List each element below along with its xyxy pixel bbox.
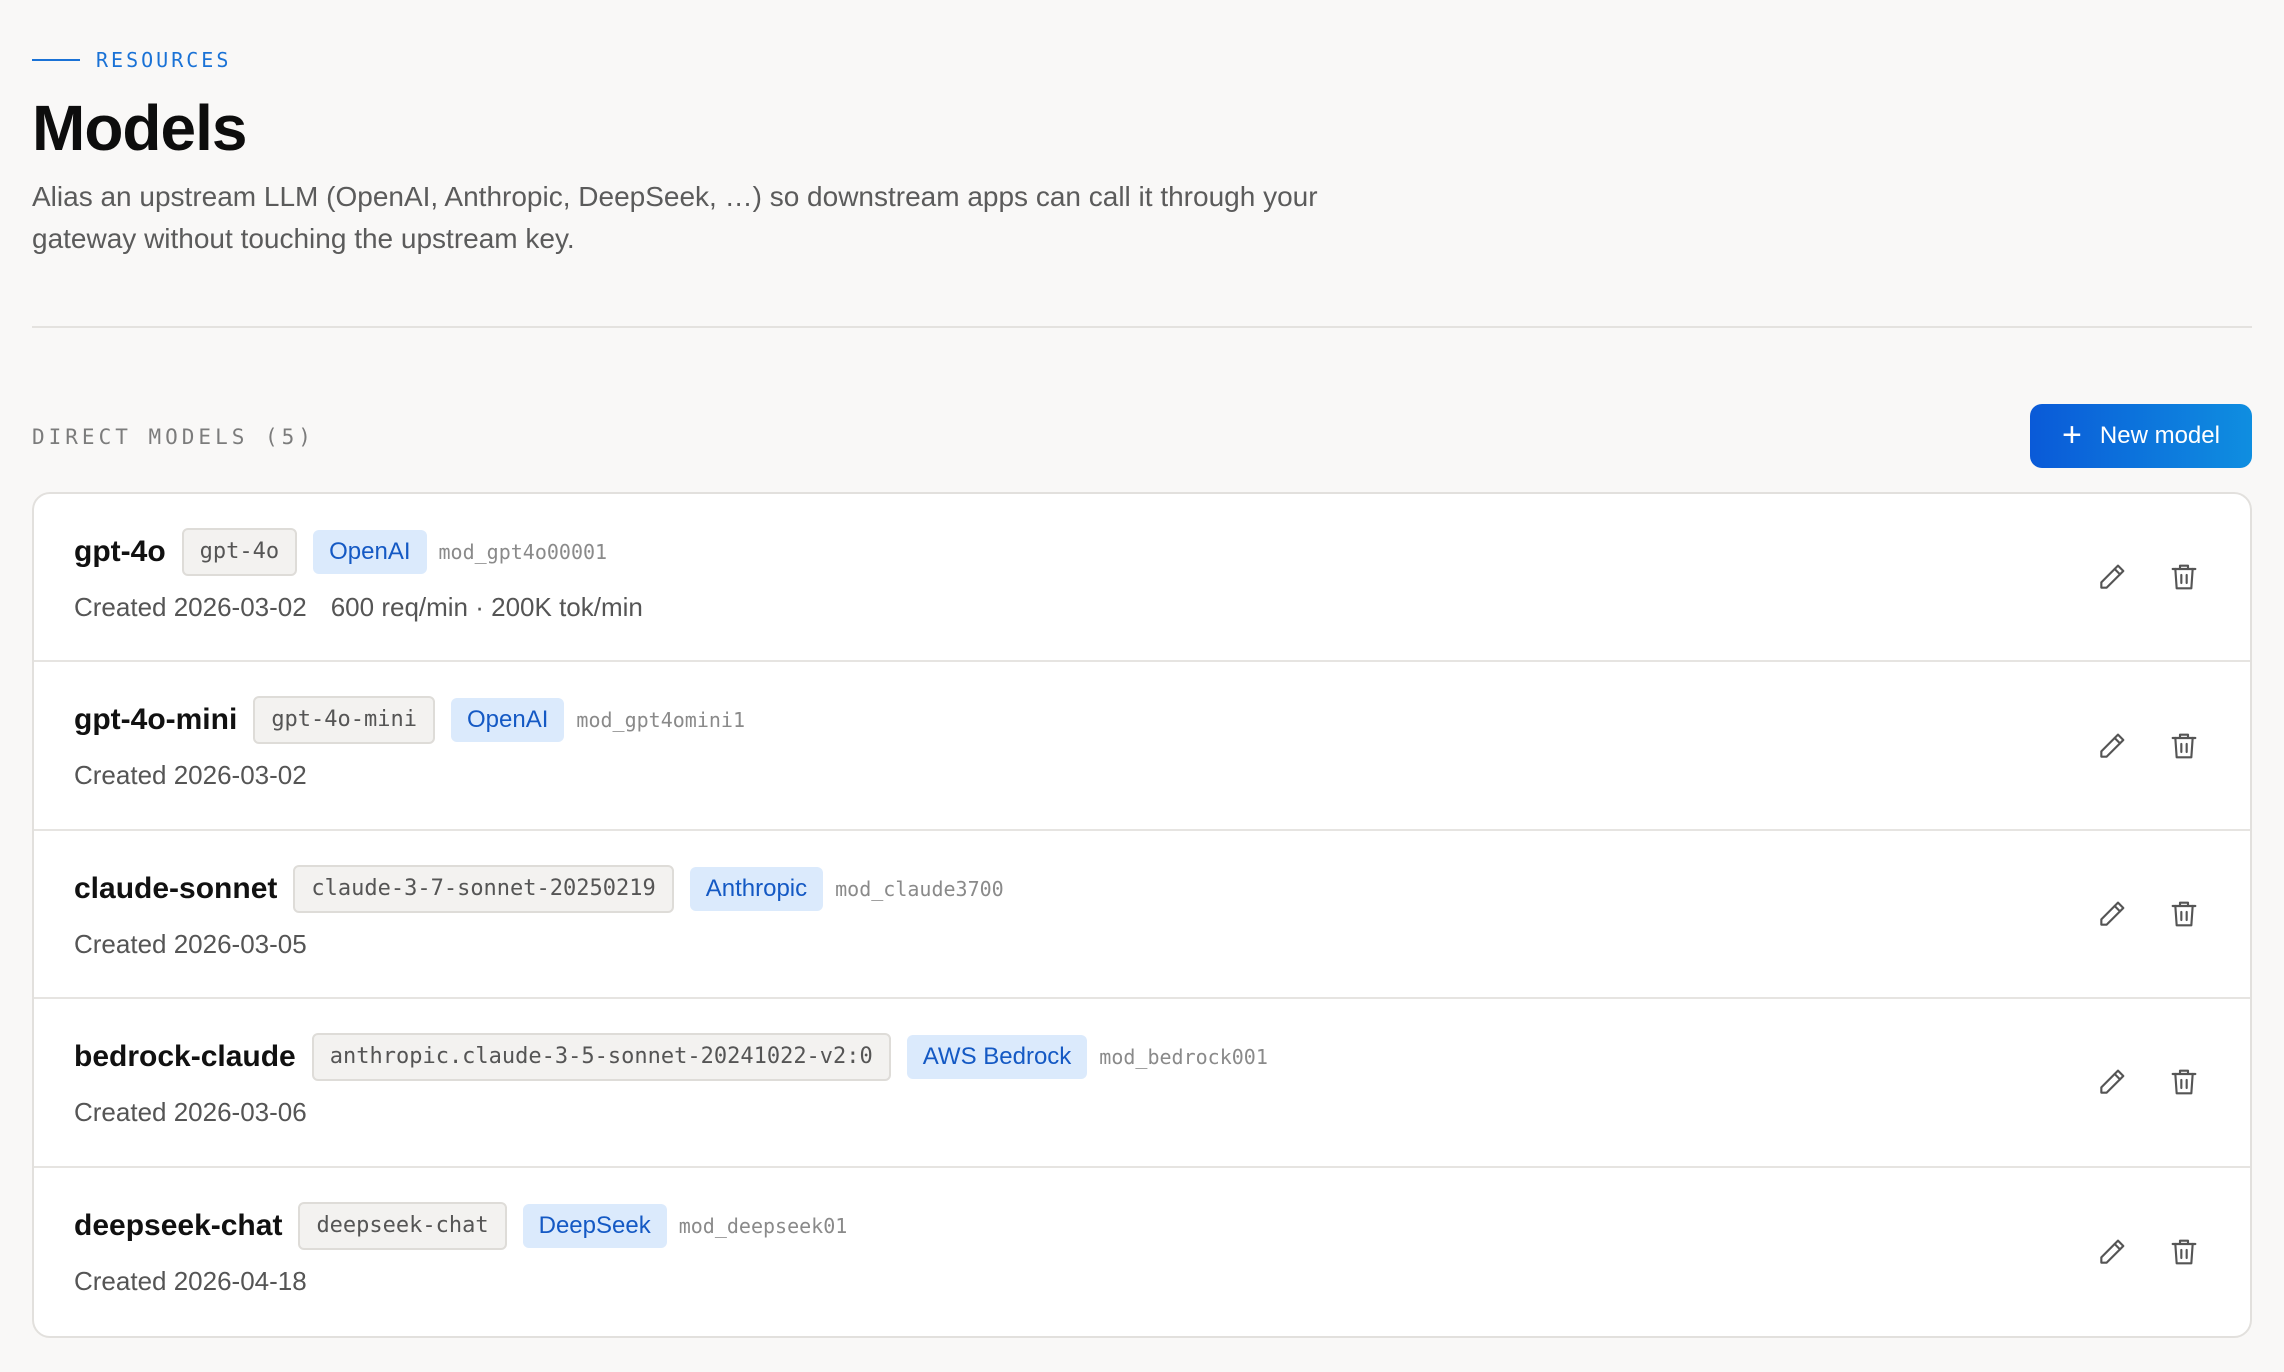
upstream-model-badge: claude-3-7-sonnet-20250219 bbox=[293, 864, 674, 913]
page-subtitle: Alias an upstream LLM (OpenAI, Anthropic… bbox=[32, 181, 1318, 254]
model-row[interactable]: deepseek-chat deepseek-chat DeepSeek mod… bbox=[34, 1168, 2250, 1336]
model-id: mod_deepseek01 bbox=[678, 1213, 848, 1238]
delete-button[interactable] bbox=[2166, 728, 2202, 764]
trash-icon bbox=[2171, 733, 2197, 758]
trash-icon bbox=[2171, 901, 2197, 927]
delete-button[interactable] bbox=[2166, 1064, 2202, 1100]
model-id: mod_claude3700 bbox=[835, 876, 1004, 901]
pencil-icon bbox=[2100, 564, 2125, 589]
provider-badge: Anthropic bbox=[689, 866, 824, 911]
delete-button[interactable] bbox=[2166, 896, 2202, 932]
pencil-icon bbox=[2100, 1239, 2125, 1264]
trash-icon bbox=[2171, 1069, 2197, 1095]
upstream-model-badge: gpt-4o bbox=[181, 528, 298, 576]
model-id: mod_gpt4o00001 bbox=[438, 540, 608, 564]
upstream-model-badge: anthropic.claude-3-5-sonnet-20241022-v2:… bbox=[311, 1033, 891, 1082]
new-model-label: New model bbox=[2099, 422, 2220, 449]
created-date: Created 2026-03-05 bbox=[74, 928, 307, 959]
model-name: bedrock-claude bbox=[74, 1040, 296, 1074]
pencil-icon bbox=[2100, 733, 2125, 758]
delete-button[interactable] bbox=[2166, 559, 2202, 595]
trash-icon bbox=[2171, 1239, 2197, 1265]
upstream-model-badge: gpt-4o-mini bbox=[253, 696, 436, 745]
trash-icon bbox=[2171, 564, 2197, 590]
eyebrow-text: RESOURCES bbox=[96, 48, 232, 72]
created-date: Created 2026-03-02 bbox=[74, 592, 307, 622]
provider-badge: OpenAI bbox=[313, 530, 427, 574]
page-title: Models bbox=[32, 92, 247, 164]
model-row[interactable]: gpt-4o gpt-4o OpenAI mod_gpt4o00001 Crea… bbox=[34, 494, 2250, 663]
model-row[interactable]: claude-sonnet claude-3-7-sonnet-20250219… bbox=[34, 831, 2250, 1000]
edit-button[interactable] bbox=[2094, 1234, 2130, 1270]
provider-badge: DeepSeek bbox=[522, 1203, 667, 1248]
eyebrow-line bbox=[32, 59, 80, 61]
header-divider bbox=[32, 326, 2252, 328]
model-name: deepseek-chat bbox=[74, 1208, 283, 1242]
created-date: Created 2026-04-18 bbox=[74, 1265, 307, 1296]
model-row[interactable]: bedrock-claude anthropic.claude-3-5-sonn… bbox=[34, 999, 2250, 1168]
new-model-button[interactable]: + New model bbox=[2030, 404, 2252, 468]
model-name: claude-sonnet bbox=[74, 871, 278, 905]
edit-button[interactable] bbox=[2094, 728, 2130, 764]
section-label: DIRECT MODELS (5) bbox=[32, 425, 315, 449]
pencil-icon bbox=[2100, 1069, 2125, 1095]
rate-limits: 600 req/min · 200K tok/min bbox=[330, 592, 643, 622]
provider-badge: OpenAI bbox=[451, 698, 565, 743]
upstream-model-badge: deepseek-chat bbox=[298, 1201, 507, 1250]
edit-button[interactable] bbox=[2094, 559, 2130, 595]
models-list: gpt-4o gpt-4o OpenAI mod_gpt4o00001 Crea… bbox=[32, 492, 2252, 1338]
models-page: RESOURCES Models Alias an upstream LLM (… bbox=[0, 0, 2284, 1372]
edit-button[interactable] bbox=[2094, 1064, 2130, 1100]
created-date: Created 2026-03-02 bbox=[74, 760, 307, 791]
edit-button[interactable] bbox=[2094, 896, 2130, 932]
created-date: Created 2026-03-06 bbox=[74, 1097, 307, 1128]
model-name: gpt-4o-mini bbox=[74, 703, 238, 737]
model-name: gpt-4o bbox=[74, 535, 166, 568]
eyebrow: RESOURCES bbox=[32, 48, 231, 72]
delete-button[interactable] bbox=[2166, 1234, 2202, 1270]
provider-badge: AWS Bedrock bbox=[906, 1035, 1088, 1080]
model-id: mod_bedrock001 bbox=[1099, 1045, 1268, 1070]
model-row[interactable]: gpt-4o-mini gpt-4o-mini OpenAI mod_gpt4o… bbox=[34, 662, 2250, 831]
model-id: mod_gpt4omini1 bbox=[576, 708, 745, 733]
plus-icon: + bbox=[2062, 415, 2082, 454]
pencil-icon bbox=[2100, 901, 2125, 926]
